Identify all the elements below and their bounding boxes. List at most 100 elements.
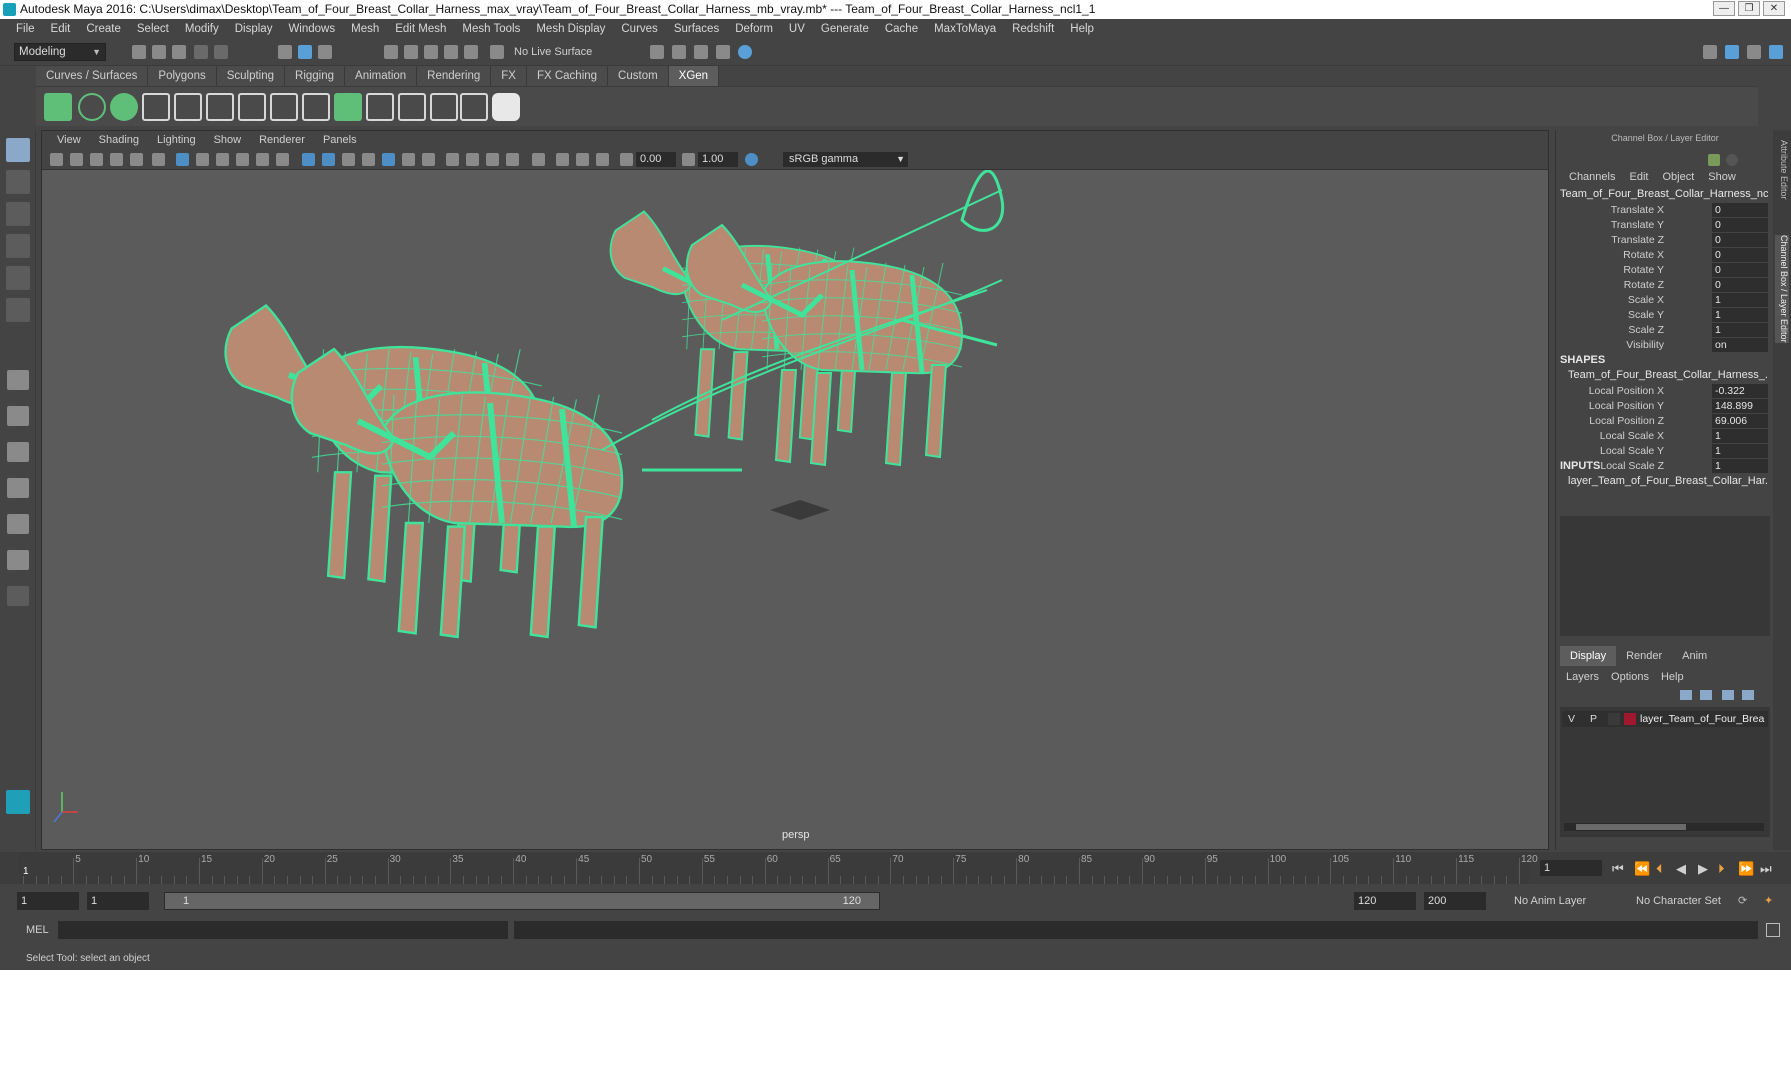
menu-edit-mesh[interactable]: Edit Mesh: [387, 19, 454, 39]
move-tool-icon[interactable]: [6, 234, 30, 258]
play-backwards-icon[interactable]: ◀: [1676, 861, 1686, 877]
menu-cache[interactable]: Cache: [877, 19, 926, 39]
exposure-field[interactable]: 0.00: [636, 152, 676, 167]
script-language-label[interactable]: MEL: [26, 922, 49, 938]
anim-layer-select[interactable]: No Anim Layer: [1514, 892, 1586, 910]
close-button[interactable]: ✕: [1763, 1, 1785, 16]
shape-channel-value[interactable]: 69.006: [1712, 414, 1768, 428]
show-menu[interactable]: Show: [1701, 168, 1743, 186]
menu-help[interactable]: Help: [1062, 19, 1102, 39]
scrollbar-thumb[interactable]: [1576, 824, 1686, 830]
menu-mesh[interactable]: Mesh: [343, 19, 387, 39]
input-node-name[interactable]: layer_Team_of_Four_Breast_Collar_Har...: [1568, 475, 1768, 487]
depth-of-field-icon[interactable]: [506, 153, 519, 166]
go-to-end-icon[interactable]: ⏭: [1760, 861, 1772, 877]
channel-row[interactable]: Scale X 1: [1556, 293, 1774, 308]
shape-node-name[interactable]: Team_of_Four_Breast_Collar_Harness_...: [1568, 369, 1768, 381]
graph-view-icon[interactable]: [7, 514, 29, 534]
shape-channel-row[interactable]: Local Position Y 148.899: [1556, 399, 1774, 414]
layer-help-menu[interactable]: Help: [1655, 668, 1690, 686]
playback-start-field[interactable]: 1: [87, 892, 149, 910]
tab-render-layers[interactable]: Render: [1616, 646, 1672, 666]
animation-end-field[interactable]: 200: [1424, 892, 1486, 910]
channel-row[interactable]: Translate X 0: [1556, 203, 1774, 218]
xgen-create-description-icon[interactable]: [110, 93, 138, 121]
menu-display[interactable]: Display: [227, 19, 281, 39]
play-forwards-icon[interactable]: ▶: [1698, 861, 1708, 877]
tab-fx-caching[interactable]: FX Caching: [526, 66, 609, 86]
more-layouts-icon[interactable]: [7, 586, 29, 606]
grid-icon[interactable]: [176, 153, 189, 166]
tab-polygons[interactable]: Polygons: [148, 66, 217, 86]
xgen-sculpt-guide-icon[interactable]: [206, 93, 234, 121]
edit-menu[interactable]: Edit: [1622, 168, 1655, 186]
menu-select[interactable]: Select: [129, 19, 177, 39]
viewport-menu-renderer[interactable]: Renderer: [250, 131, 314, 149]
isolate-select-icon[interactable]: [532, 153, 545, 166]
shape-channel-value[interactable]: -0.322: [1712, 384, 1768, 398]
select-by-object-icon[interactable]: [298, 45, 312, 59]
menu-create[interactable]: Create: [78, 19, 129, 39]
menu-deform[interactable]: Deform: [727, 19, 781, 39]
shape-channel-row[interactable]: Local Scale X 1: [1556, 429, 1774, 444]
xgen-editor-icon[interactable]: [44, 93, 72, 121]
channel-row[interactable]: Translate Z 0: [1556, 233, 1774, 248]
new-layer-from-selection-icon[interactable]: [1742, 690, 1754, 700]
gamma-field[interactable]: 1.00: [698, 152, 738, 167]
undo-icon[interactable]: [194, 45, 208, 59]
layer-name[interactable]: layer_Team_of_Four_Brea: [1640, 711, 1766, 727]
tab-sculpting[interactable]: Sculpting: [216, 66, 286, 86]
ambient-occlusion-icon[interactable]: [446, 153, 459, 166]
range-slider[interactable]: 1 120: [164, 892, 880, 910]
viewport-menu-view[interactable]: View: [48, 131, 90, 149]
layer-editor-icon[interactable]: [1726, 154, 1738, 166]
step-back-key-icon[interactable]: ⏴: [1656, 861, 1663, 877]
new-empty-layer-icon[interactable]: [1722, 690, 1734, 700]
restore-button[interactable]: ❐: [1738, 1, 1760, 16]
tab-rendering[interactable]: Rendering: [417, 66, 492, 86]
move-layer-down-icon[interactable]: [1700, 690, 1712, 700]
attribute-editor-tab[interactable]: Attribute Editor: [1775, 140, 1789, 200]
xgen-length-icon[interactable]: [238, 93, 266, 121]
channel-value[interactable]: 0: [1712, 248, 1768, 262]
character-set-select[interactable]: No Character Set: [1636, 892, 1721, 910]
anim-preferences-icon[interactable]: ✦: [1764, 892, 1773, 910]
menu-surfaces[interactable]: Surfaces: [666, 19, 727, 39]
horse-team-model[interactable]: [224, 170, 1005, 639]
gate-mask-icon[interactable]: [216, 153, 229, 166]
menu-file[interactable]: File: [8, 19, 43, 39]
object-menu[interactable]: Object: [1655, 168, 1701, 186]
maya-home-icon[interactable]: [6, 790, 30, 814]
save-scene-icon[interactable]: [172, 45, 186, 59]
safe-title-icon[interactable]: [276, 153, 289, 166]
xgen-preview-icon[interactable]: [78, 93, 106, 121]
scale-tool-icon[interactable]: [6, 298, 30, 322]
menu-curves[interactable]: Curves: [613, 19, 665, 39]
render-settings-icon[interactable]: [694, 45, 708, 59]
menu-uv[interactable]: UV: [781, 19, 813, 39]
mode-selector[interactable]: Modeling ▼: [14, 43, 106, 61]
workspace-icon[interactable]: [1703, 45, 1717, 59]
tab-animation[interactable]: Animation: [345, 66, 418, 86]
viewport-menu-lighting[interactable]: Lighting: [148, 131, 205, 149]
channel-row[interactable]: Translate Y 0: [1556, 218, 1774, 233]
film-gate-icon[interactable]: [152, 153, 165, 166]
xgen-layers-icon[interactable]: [334, 93, 362, 121]
menu-generate[interactable]: Generate: [813, 19, 877, 39]
resolution-gate-icon[interactable]: [196, 153, 209, 166]
default-material-icon[interactable]: [342, 153, 355, 166]
menu-maxtomaya[interactable]: MaxToMaya: [926, 19, 1004, 39]
snap-to-grid-icon[interactable]: [384, 45, 398, 59]
tab-fx[interactable]: FX: [491, 66, 527, 86]
channel-box-icon[interactable]: [1708, 154, 1720, 166]
script-editor-icon[interactable]: [1766, 923, 1780, 937]
grid-toggle-icon[interactable]: [130, 153, 143, 166]
anti-aliasing-icon[interactable]: [486, 153, 499, 166]
tab-xgen[interactable]: XGen: [668, 66, 720, 86]
command-input[interactable]: [58, 921, 508, 939]
outliner-toggle-icon[interactable]: [1747, 45, 1761, 59]
selected-object-name[interactable]: Team_of_Four_Breast_Collar_Harness_ncl..…: [1560, 188, 1768, 200]
time-ruler[interactable]: 1 5 10 15 20 25 30 35 40 45 50 55 60 65 70 75 80 85 90 95 1…: [19, 852, 1538, 884]
tab-curves-surfaces[interactable]: Curves / Surfaces: [36, 66, 149, 86]
layer-visibility-toggle[interactable]: V: [1568, 711, 1575, 727]
